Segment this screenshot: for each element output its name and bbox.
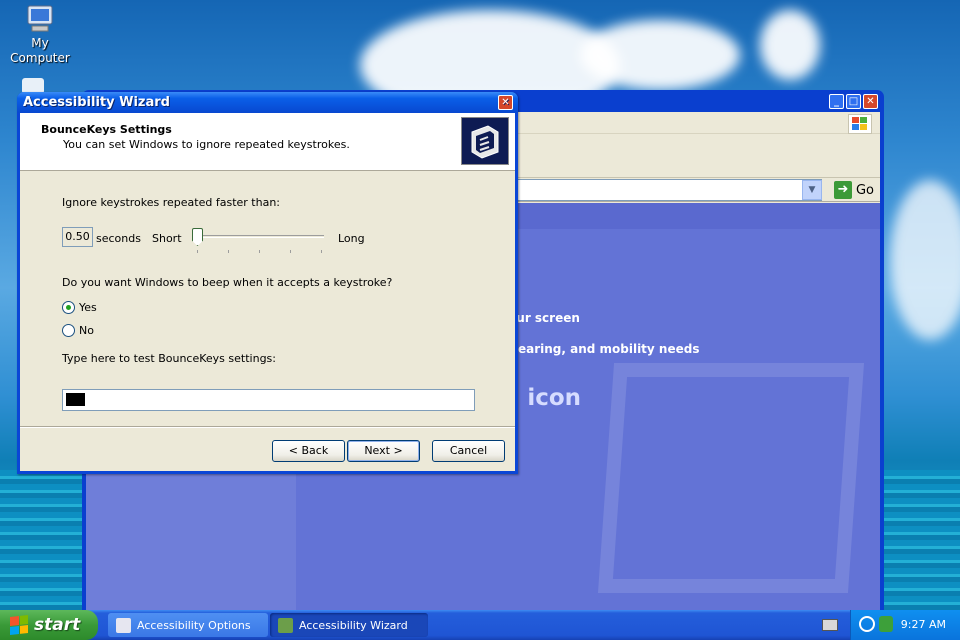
maximize-icon[interactable]: □ bbox=[846, 94, 861, 109]
minimize-icon[interactable]: _ bbox=[829, 94, 844, 109]
go-arrow-icon: ➜ bbox=[833, 181, 852, 199]
slider-tick bbox=[197, 250, 198, 253]
test-input[interactable] bbox=[62, 389, 475, 411]
taskbar-button-accessibility-wizard[interactable]: Accessibility Wizard bbox=[270, 613, 428, 637]
dialog-titlebar[interactable]: Accessibility Wizard ✕ bbox=[17, 92, 518, 113]
taskbar-button-accessibility-options[interactable]: Accessibility Options bbox=[108, 613, 268, 637]
slider-thumb[interactable] bbox=[192, 228, 203, 246]
watermark-panel bbox=[86, 473, 296, 610]
cancel-button[interactable]: Cancel bbox=[432, 440, 505, 462]
page-title: BounceKeys Settings bbox=[41, 123, 172, 136]
task-label: Accessibility Wizard bbox=[299, 618, 408, 632]
dialog-title: Accessibility Wizard bbox=[23, 95, 170, 110]
start-button[interactable]: start bbox=[0, 610, 98, 640]
accessibility-tray-icon[interactable] bbox=[879, 616, 893, 632]
slider-tick bbox=[321, 250, 322, 253]
accessibility-options-icon bbox=[116, 617, 131, 633]
cloud bbox=[760, 10, 820, 80]
slider-tick bbox=[228, 250, 229, 253]
close-icon[interactable]: ✕ bbox=[863, 94, 878, 109]
close-icon[interactable]: ✕ bbox=[498, 95, 513, 110]
divider bbox=[20, 426, 515, 428]
long-label: Long bbox=[338, 232, 365, 245]
back-button[interactable]: < Back bbox=[272, 440, 345, 462]
test-label: Type here to test BounceKeys settings: bbox=[62, 352, 276, 365]
slider-tick bbox=[259, 250, 260, 253]
my-computer-icon bbox=[24, 4, 56, 34]
page-subtitle: You can set Windows to ignore repeated k… bbox=[63, 138, 350, 151]
cloud bbox=[890, 180, 960, 340]
clock-tray-icon[interactable] bbox=[859, 616, 875, 632]
desktop-icon-label: My Computer bbox=[10, 36, 70, 65]
seconds-label: seconds bbox=[96, 232, 141, 245]
yes-radio[interactable] bbox=[62, 301, 75, 314]
wizard-header: BounceKeys Settings You can set Windows … bbox=[20, 113, 515, 171]
no-radio[interactable] bbox=[62, 324, 75, 337]
ignore-label: Ignore keystrokes repeated faster than: bbox=[62, 196, 281, 209]
chevron-down-icon[interactable]: ▼ bbox=[802, 180, 822, 200]
slider-tick bbox=[290, 250, 291, 253]
windows-flag-icon bbox=[848, 114, 872, 134]
system-tray: 9:27 AM bbox=[850, 610, 960, 640]
slider-track[interactable] bbox=[192, 235, 324, 238]
beep-question: Do you want Windows to beep when it acce… bbox=[62, 276, 393, 289]
go-label: Go bbox=[855, 182, 874, 198]
yes-label[interactable]: Yes bbox=[79, 301, 97, 314]
windows-logo-icon bbox=[10, 615, 28, 635]
cloud bbox=[580, 20, 740, 90]
keyboard-tray-icon[interactable] bbox=[822, 619, 838, 631]
desktop-icon-my-computer[interactable]: My Computer bbox=[5, 4, 75, 66]
accessibility-wizard-icon bbox=[278, 617, 293, 633]
start-label: start bbox=[34, 615, 81, 635]
clock[interactable]: 9:27 AM bbox=[901, 618, 946, 631]
seconds-value: 0.50 bbox=[62, 227, 93, 247]
short-label: Short bbox=[152, 232, 182, 245]
accessibility-wizard-dialog[interactable]: Accessibility Wizard ✕ BounceKeys Settin… bbox=[17, 92, 518, 474]
go-button[interactable]: ➜ Go bbox=[833, 181, 874, 199]
text-caret bbox=[66, 393, 85, 406]
no-label[interactable]: No bbox=[79, 324, 94, 337]
checkmark-watermark bbox=[597, 363, 865, 593]
task-label: Accessibility Options bbox=[137, 618, 251, 632]
keyboard-icon bbox=[461, 117, 509, 165]
taskbar: start Accessibility Options Accessibilit… bbox=[0, 610, 960, 640]
next-button[interactable]: Next > bbox=[347, 440, 420, 462]
